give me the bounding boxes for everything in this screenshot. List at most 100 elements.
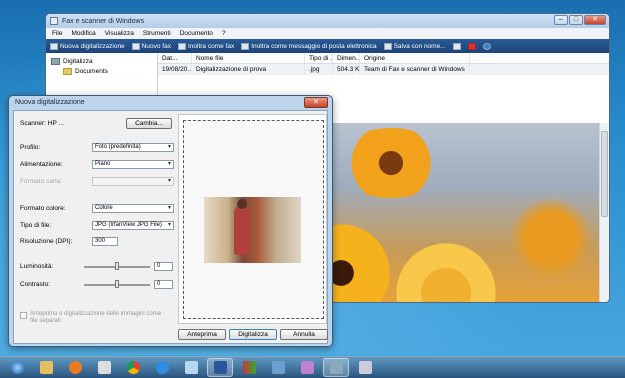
photo-figure-head (237, 199, 247, 209)
color-format-select[interactable]: Colore (92, 204, 174, 213)
source-select[interactable]: Piano (92, 160, 174, 169)
new-fax-button[interactable]: Nuovo fax (131, 42, 171, 50)
media-player-icon (68, 361, 82, 374)
taskbar-chrome[interactable] (120, 358, 146, 377)
separate-files-label-1: Anteprima o digitalizzazione delle immag… (30, 311, 162, 317)
delete-icon[interactable] (467, 42, 476, 50)
source-label: Alimentazione: (20, 161, 63, 168)
scanned-photo (204, 197, 301, 263)
save-icon (383, 42, 392, 50)
tree-item-scan[interactable]: Digitalizza (51, 56, 152, 66)
brightness-input[interactable]: 0 (154, 262, 173, 271)
paper-size-select (92, 177, 174, 186)
contrast-label: Contrasto: (20, 281, 50, 288)
minimize-button[interactable]: – (554, 15, 568, 25)
forward-fax-button[interactable]: Inoltra come fax (177, 42, 235, 50)
taskbar (0, 356, 625, 378)
fax-app-icon (50, 17, 58, 25)
scrollbar-thumb[interactable] (601, 131, 608, 217)
menu-file[interactable]: File (52, 30, 62, 37)
scanner-label: Scanner: HP ... (20, 120, 64, 127)
file-type-select[interactable]: JPG (IrfanView JPG File) (92, 221, 174, 230)
internet-explorer-icon (155, 361, 169, 374)
menu-edit[interactable]: Modifica (71, 30, 95, 37)
taskbar-app[interactable] (236, 358, 262, 377)
profile-label: Profilo: (20, 144, 41, 151)
menu-view[interactable]: Visualizza (105, 30, 134, 37)
forward-email-label: Inoltra come messaggio di posta elettron… (251, 42, 377, 50)
column-filename[interactable]: Nome file (192, 53, 305, 63)
change-scanner-button[interactable]: Cambia... (126, 118, 172, 129)
cell-type: .jpg (305, 64, 333, 75)
scan-button[interactable]: Digitalizza (229, 329, 277, 340)
forward-fax-icon (177, 42, 186, 50)
dialog-close-button[interactable]: ✕ (304, 97, 328, 108)
word-icon (213, 361, 227, 374)
fax-scanner-icon (329, 361, 343, 374)
taskbar-photos[interactable] (265, 358, 291, 377)
dialog-title: Nuova digitalizzazione (15, 99, 85, 106)
tree-item-documents[interactable]: Documents (51, 66, 152, 76)
fax-window-controls: – □ ✕ (554, 15, 606, 25)
tree-root-label: Digitalizza (63, 57, 93, 65)
contrast-slider-thumb[interactable] (115, 280, 119, 288)
windows-orb-icon (10, 361, 24, 374)
vertical-scrollbar[interactable] (599, 123, 609, 302)
resolution-label: Risoluzione (DPI): (20, 238, 73, 245)
document-icon (97, 361, 111, 374)
brightness-slider-thumb[interactable] (115, 262, 119, 270)
profile-select[interactable]: Foto (predefinita) (92, 143, 174, 152)
paper-size-label: Formato carta: (20, 178, 63, 185)
menu-tools[interactable]: Strumenti (143, 30, 171, 37)
preview-button[interactable]: Anteprima (178, 329, 226, 340)
contrast-input[interactable]: 0 (154, 280, 173, 289)
taskbar-word[interactable] (91, 358, 117, 377)
photos-icon (271, 361, 285, 374)
start-button[interactable] (4, 358, 30, 377)
separate-files-checkbox[interactable] (20, 312, 27, 319)
maximize-button[interactable]: □ (569, 15, 583, 25)
file-type-label: Tipo di file: (20, 222, 52, 229)
taskbar-other[interactable] (352, 358, 378, 377)
toolbar: Nuova digitalizzazione Nuovo fax Inoltra… (46, 39, 609, 53)
taskbar-explorer[interactable] (33, 358, 59, 377)
column-source[interactable]: Origine (360, 53, 470, 63)
save-as-button[interactable]: Salva con nome... (383, 42, 446, 50)
save-as-label: Salva con nome... (393, 42, 446, 50)
taskbar-media-player[interactable] (62, 358, 88, 377)
notepad-icon (184, 361, 198, 374)
cell-filename: Digitalizzazione di prova (192, 64, 305, 75)
scan-selection-frame[interactable] (183, 120, 324, 319)
file-list-header: Dat... Nome file Tipo di ... Dimen... Or… (158, 53, 609, 64)
column-date[interactable]: Dat... (158, 53, 192, 63)
flower-image (506, 193, 596, 283)
cancel-button[interactable]: Annulla (280, 329, 328, 340)
taskbar-ie[interactable] (149, 358, 175, 377)
photo-figure (234, 205, 250, 255)
print-icon[interactable] (452, 42, 461, 50)
menu-help[interactable]: ? (222, 30, 226, 37)
fax-icon (131, 42, 140, 50)
help-icon[interactable] (482, 42, 491, 50)
fax-title-bar: Fax e scanner di Windows (46, 14, 609, 28)
dialog-content: Scanner: HP ... Cambia... Profilo: Foto … (13, 110, 328, 344)
table-row[interactable]: 19/08/20... Digitalizzazione di prova .j… (158, 64, 609, 75)
taskbar-paint[interactable] (294, 358, 320, 377)
forward-fax-label: Inoltra come fax (187, 42, 235, 50)
new-scan-button[interactable]: Nuova digitalizzazione (50, 42, 125, 50)
resolution-input[interactable]: 300 (92, 237, 118, 246)
taskbar-fax-scanner[interactable] (323, 358, 349, 377)
taskbar-notepad[interactable] (178, 358, 204, 377)
close-button[interactable]: ✕ (584, 15, 606, 25)
taskbar-word-active[interactable] (207, 358, 233, 377)
app-icon (242, 361, 256, 374)
column-size[interactable]: Dimen... (333, 53, 360, 63)
column-type[interactable]: Tipo di ... (305, 53, 333, 63)
cell-source: Team di Fax e scanner di Windows (360, 64, 470, 75)
forward-email-button[interactable]: Inoltra come messaggio di posta elettron… (241, 42, 377, 50)
menu-document[interactable]: Documento (180, 30, 213, 37)
new-scan-dialog: Nuova digitalizzazione ✕ Scanner: HP ...… (8, 95, 333, 347)
flower-image (336, 128, 446, 198)
cell-size: 504.3 KB (333, 64, 360, 75)
separate-files-label-2: file separati (30, 318, 61, 324)
